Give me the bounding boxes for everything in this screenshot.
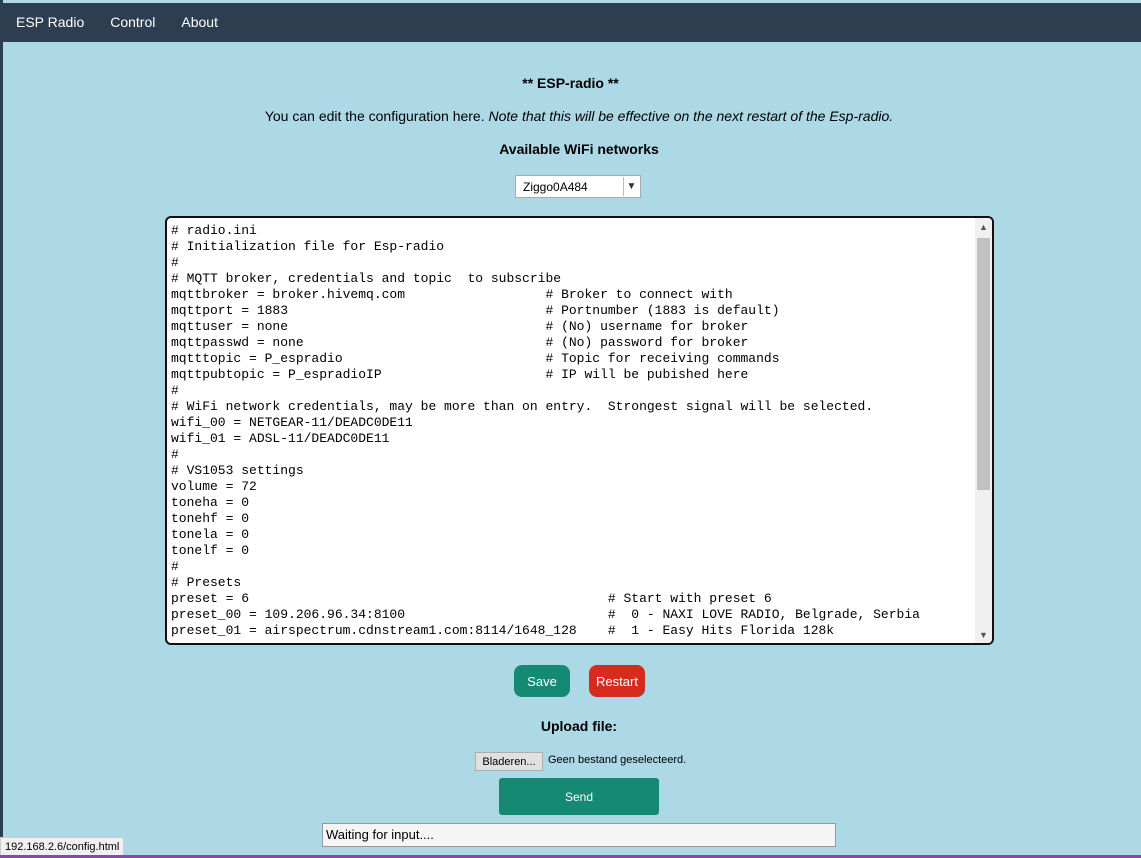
intro-note: Note that this will be effective on the … [488, 108, 894, 124]
config-textarea[interactable]: # radio.ini # Initialization file for Es… [165, 216, 994, 645]
navbar: ESP Radio Control About [3, 3, 1141, 42]
save-button[interactable]: Save [514, 665, 570, 697]
nav-item-esp-radio[interactable]: ESP Radio [3, 3, 97, 42]
intro-plain: You can edit the configuration here. [264, 108, 489, 124]
restart-button[interactable]: Restart [589, 665, 645, 697]
file-status-text: Geen bestand geselecteerd. [548, 754, 687, 766]
upload-heading: Upload file: [540, 718, 618, 734]
browse-file-button[interactable]: Bladeren... [475, 752, 543, 771]
wifi-select-value: Ziggo0A484 [523, 179, 588, 194]
scroll-up-icon[interactable]: ▲ [975, 218, 992, 235]
send-button[interactable]: Send [499, 778, 659, 815]
wifi-network-select[interactable]: Ziggo0A484 ▼ [515, 175, 641, 198]
editor-scrollbar[interactable]: ▲ ▼ [975, 218, 992, 643]
scrollbar-thumb[interactable] [977, 238, 990, 490]
intro-text: You can edit the configuration here. Not… [0, 108, 1141, 124]
wifi-networks-heading: Available WiFi networks [499, 141, 659, 157]
config-text[interactable]: # radio.ini # Initialization file for Es… [171, 223, 920, 639]
nav-item-control[interactable]: Control [97, 3, 168, 42]
scroll-down-icon[interactable]: ▼ [975, 626, 992, 643]
chevron-down-icon[interactable]: ▼ [623, 177, 639, 196]
page-title: ** ESP-radio ** [522, 75, 619, 91]
result-field[interactable]: Waiting for input.... [322, 823, 836, 847]
nav-item-about[interactable]: About [168, 3, 231, 42]
